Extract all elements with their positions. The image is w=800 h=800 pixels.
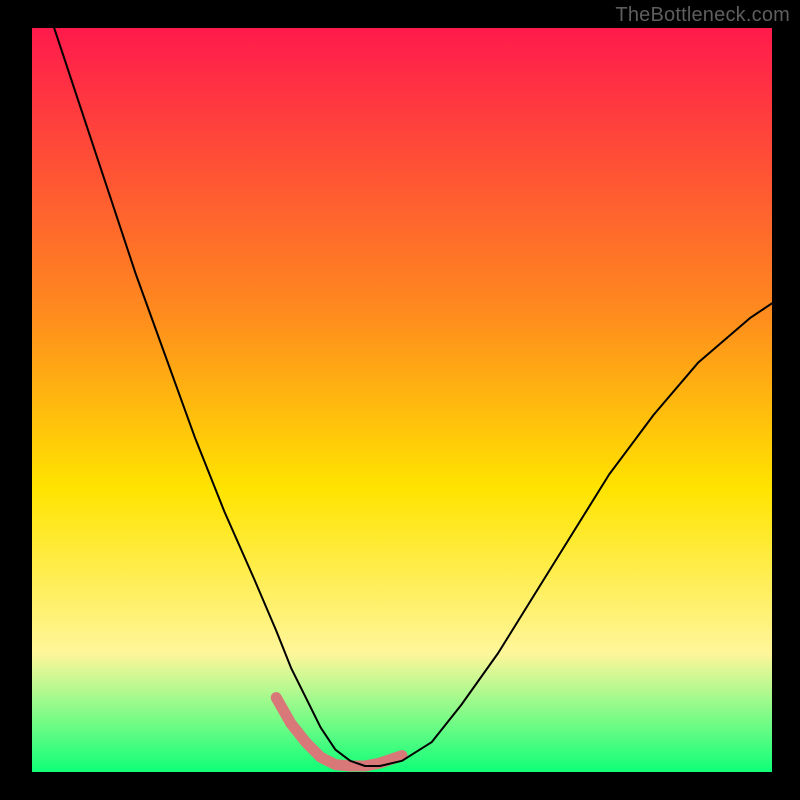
watermark-text: TheBottleneck.com bbox=[615, 4, 790, 27]
plot-background bbox=[32, 28, 772, 772]
chart-frame: TheBottleneck.com bbox=[0, 0, 800, 800]
bottleneck-chart bbox=[0, 0, 800, 800]
